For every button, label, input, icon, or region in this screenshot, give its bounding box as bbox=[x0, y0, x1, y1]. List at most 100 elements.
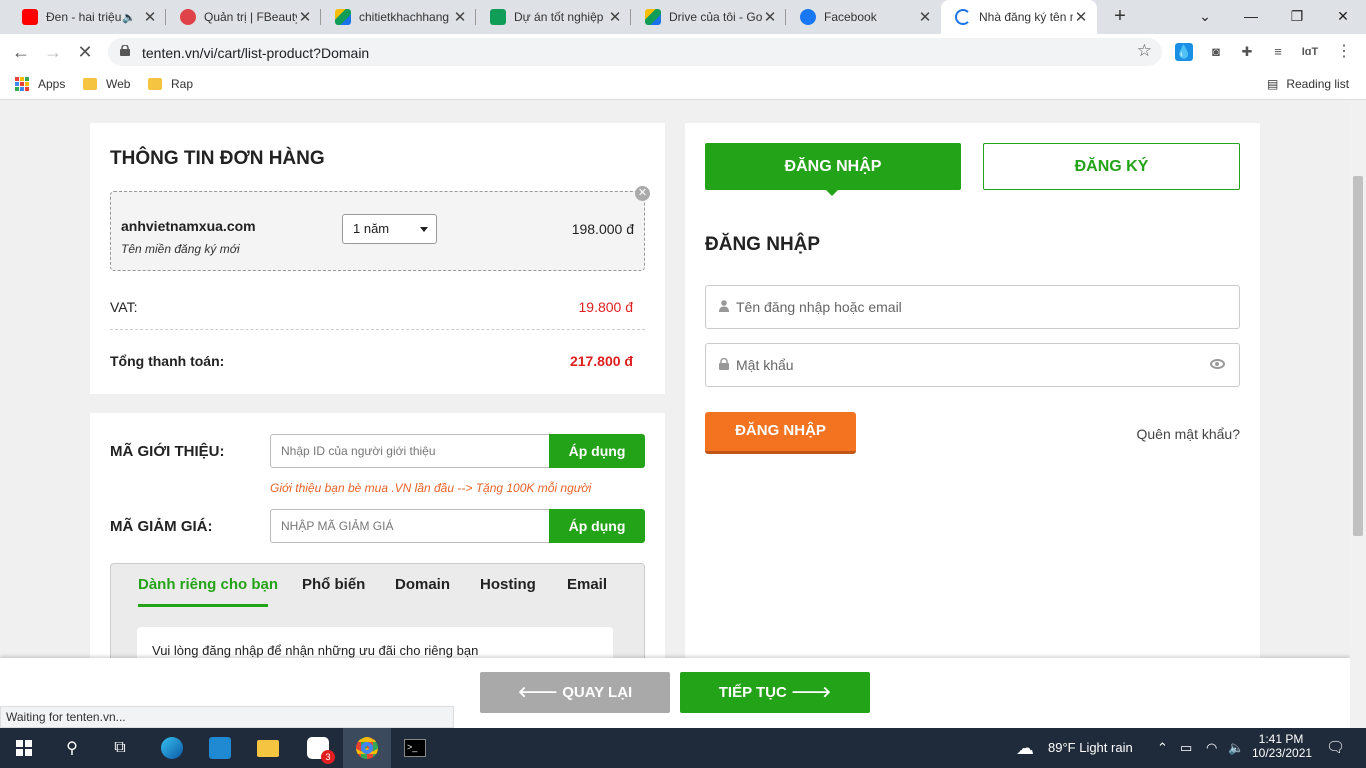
minimize-button[interactable]: — bbox=[1228, 0, 1274, 34]
vscode-icon[interactable] bbox=[196, 728, 244, 768]
browser-tab[interactable]: Đen - hai triệu năm 🔈 ✕ bbox=[8, 0, 166, 34]
login-heading: ĐĂNG NHẬP bbox=[705, 234, 821, 255]
browser-tab[interactable]: Quản trị | FBeauty ✕ bbox=[166, 0, 321, 34]
divider bbox=[110, 329, 645, 330]
extension-drop-icon[interactable]: 💧 bbox=[1175, 43, 1193, 61]
vat-value: 19.800 đ bbox=[578, 299, 634, 315]
order-info-card: THÔNG TIN ĐƠN HÀNG anhvietnamxua.com Tên… bbox=[90, 123, 665, 394]
discount-input[interactable]: NHẬP MÃ GIẢM GIÁ bbox=[270, 509, 550, 543]
back-icon[interactable]: ← bbox=[8, 39, 34, 65]
battery-icon[interactable]: ▭ bbox=[1180, 728, 1192, 768]
page-scrollbar[interactable] bbox=[1350, 101, 1366, 728]
apps-grid-icon bbox=[15, 77, 29, 91]
back-button[interactable]: 🡐 QUAY LẠI bbox=[480, 672, 670, 713]
zalo-icon[interactable]: 3 bbox=[294, 728, 342, 768]
menu-icon[interactable]: ⋮ bbox=[1334, 42, 1354, 62]
stop-loading-icon[interactable]: ✕ bbox=[72, 39, 98, 65]
bookmark-apps[interactable]: Apps bbox=[15, 77, 65, 91]
bookmark-web[interactable]: Web bbox=[83, 77, 130, 91]
windows-start-icon[interactable] bbox=[0, 728, 48, 768]
translate-extension-icon[interactable]: IɑT bbox=[1300, 42, 1320, 62]
tab-email[interactable]: Email bbox=[567, 576, 607, 593]
close-icon[interactable]: ✕ bbox=[1073, 8, 1089, 26]
google-sheets-icon bbox=[490, 9, 506, 25]
new-tab-button[interactable]: + bbox=[1108, 5, 1132, 29]
close-icon[interactable]: ✕ bbox=[142, 8, 158, 26]
active-tab-underline bbox=[138, 604, 268, 607]
clock[interactable]: 1:41 PM 10/23/2021 bbox=[1252, 728, 1312, 768]
tab-domain[interactable]: Domain bbox=[395, 576, 450, 593]
bookmark-rap[interactable]: Rap bbox=[148, 77, 193, 91]
weather-text[interactable]: 89°F Light rain bbox=[1048, 728, 1133, 768]
tab-for-you[interactable]: Dành riêng cho bạn bbox=[138, 576, 278, 593]
browser-tab-active[interactable]: Nhà đăng ký tên miền ✕ bbox=[941, 0, 1097, 34]
file-explorer-icon[interactable] bbox=[244, 728, 292, 768]
tab-popular[interactable]: Phổ biến bbox=[302, 576, 365, 593]
close-icon[interactable]: ✕ bbox=[762, 8, 778, 26]
close-icon[interactable]: ✕ bbox=[297, 8, 313, 26]
folder-icon bbox=[83, 78, 97, 90]
lock-icon bbox=[719, 358, 729, 370]
google-drive-icon bbox=[645, 9, 661, 25]
tab-title: Drive của tôi - Google Drive bbox=[669, 10, 762, 24]
bookmark-label: Apps bbox=[38, 77, 66, 91]
tab-search-icon[interactable]: ⌄ bbox=[1182, 0, 1228, 34]
tab-register[interactable]: ĐĂNG KÝ bbox=[983, 143, 1240, 190]
search-icon[interactable]: ⚲ bbox=[48, 728, 96, 768]
apply-discount-button[interactable]: Áp dụng bbox=[549, 509, 645, 543]
period-select[interactable]: 1 năm bbox=[342, 214, 437, 244]
loading-spinner-icon bbox=[955, 9, 971, 25]
total-value: 217.800 đ bbox=[569, 353, 633, 369]
login-button[interactable]: ĐĂNG NHẬP bbox=[705, 412, 856, 454]
forgot-password-link[interactable]: Quên mật khẩu? bbox=[1136, 426, 1240, 442]
puzzle-extensions-icon[interactable]: ✚ bbox=[1237, 42, 1257, 62]
tab-hosting[interactable]: Hosting bbox=[480, 576, 536, 593]
task-view-icon[interactable]: ⧉ bbox=[96, 728, 144, 768]
notifications-icon[interactable]: 🗨 bbox=[1326, 728, 1345, 768]
reading-list-label: Reading list bbox=[1286, 77, 1350, 91]
wifi-icon[interactable]: ◠ bbox=[1206, 728, 1217, 768]
url-text[interactable]: tenten.vn/vi/cart/list-product?Domain bbox=[142, 45, 369, 61]
address-bar[interactable]: tenten.vn/vi/cart/list-product?Domain ☆ bbox=[108, 38, 1162, 66]
arrow-left-icon: 🡐 bbox=[517, 684, 563, 701]
continue-button[interactable]: TIẾP TỤC 🡒 bbox=[680, 672, 870, 713]
chevron-up-icon[interactable]: ⌃ bbox=[1157, 728, 1168, 768]
bookmark-star-icon[interactable]: ☆ bbox=[1137, 41, 1152, 61]
close-window-button[interactable]: ✕ bbox=[1320, 0, 1366, 34]
google-drive-icon bbox=[335, 9, 351, 25]
forward-icon[interactable]: → bbox=[40, 39, 66, 65]
close-icon[interactable]: ✕ bbox=[452, 8, 468, 26]
browser-tab[interactable]: Facebook ✕ bbox=[786, 0, 941, 34]
browser-tab[interactable]: Dự án tốt nghiệp ✕ bbox=[476, 0, 631, 34]
username-input[interactable]: Tên đăng nhập hoặc email bbox=[705, 285, 1240, 329]
total-label: Tổng thanh toán: bbox=[110, 353, 225, 369]
tab-title: Facebook bbox=[824, 10, 877, 24]
order-title: THÔNG TIN ĐƠN HÀNG bbox=[110, 148, 325, 169]
scrollbar-thumb[interactable] bbox=[1353, 176, 1363, 536]
apply-referral-button[interactable]: Áp dụng bbox=[549, 434, 645, 468]
close-icon[interactable]: ✕ bbox=[917, 8, 933, 26]
terminal-icon[interactable]: >_ bbox=[391, 728, 439, 768]
media-queue-icon[interactable]: ≡ bbox=[1268, 42, 1288, 62]
show-password-icon[interactable] bbox=[1210, 359, 1225, 369]
restore-button[interactable]: ❐ bbox=[1274, 0, 1320, 34]
weather-icon[interactable]: ☁ bbox=[1016, 728, 1034, 768]
facebook-icon bbox=[800, 9, 816, 25]
volume-icon[interactable]: 🔈 bbox=[1228, 728, 1244, 768]
reading-list-button[interactable]: ▤ Reading list bbox=[1267, 77, 1349, 91]
password-input[interactable]: Mật khẩu bbox=[705, 343, 1240, 387]
browser-tab[interactable]: Drive của tôi - Google Drive ✕ bbox=[631, 0, 786, 34]
domain-name: anhvietnamxua.com bbox=[121, 218, 256, 234]
close-icon[interactable]: ✕ bbox=[607, 8, 623, 26]
windows-taskbar: ⚲ ⧉ 3 >_ ☁ 89°F Light rain ⌃ ▭ ◠ 🔈 1:41 … bbox=[0, 728, 1366, 768]
tab-login[interactable]: ĐĂNG NHẬP bbox=[705, 143, 961, 196]
domain-subtitle: Tên miền đăng ký mới bbox=[121, 242, 240, 256]
camera-icon[interactable]: ◙ bbox=[1206, 42, 1226, 62]
browser-tab[interactable]: chitietkhachhang ✕ bbox=[321, 0, 476, 34]
remove-item-icon[interactable]: ✕ bbox=[635, 186, 650, 201]
referral-input[interactable]: Nhập ID của người giới thiệu bbox=[270, 434, 550, 468]
audio-icon[interactable]: 🔈 bbox=[122, 11, 136, 24]
bookmark-label: Web bbox=[106, 77, 131, 91]
edge-icon[interactable] bbox=[148, 728, 196, 768]
chrome-icon[interactable] bbox=[343, 728, 391, 768]
